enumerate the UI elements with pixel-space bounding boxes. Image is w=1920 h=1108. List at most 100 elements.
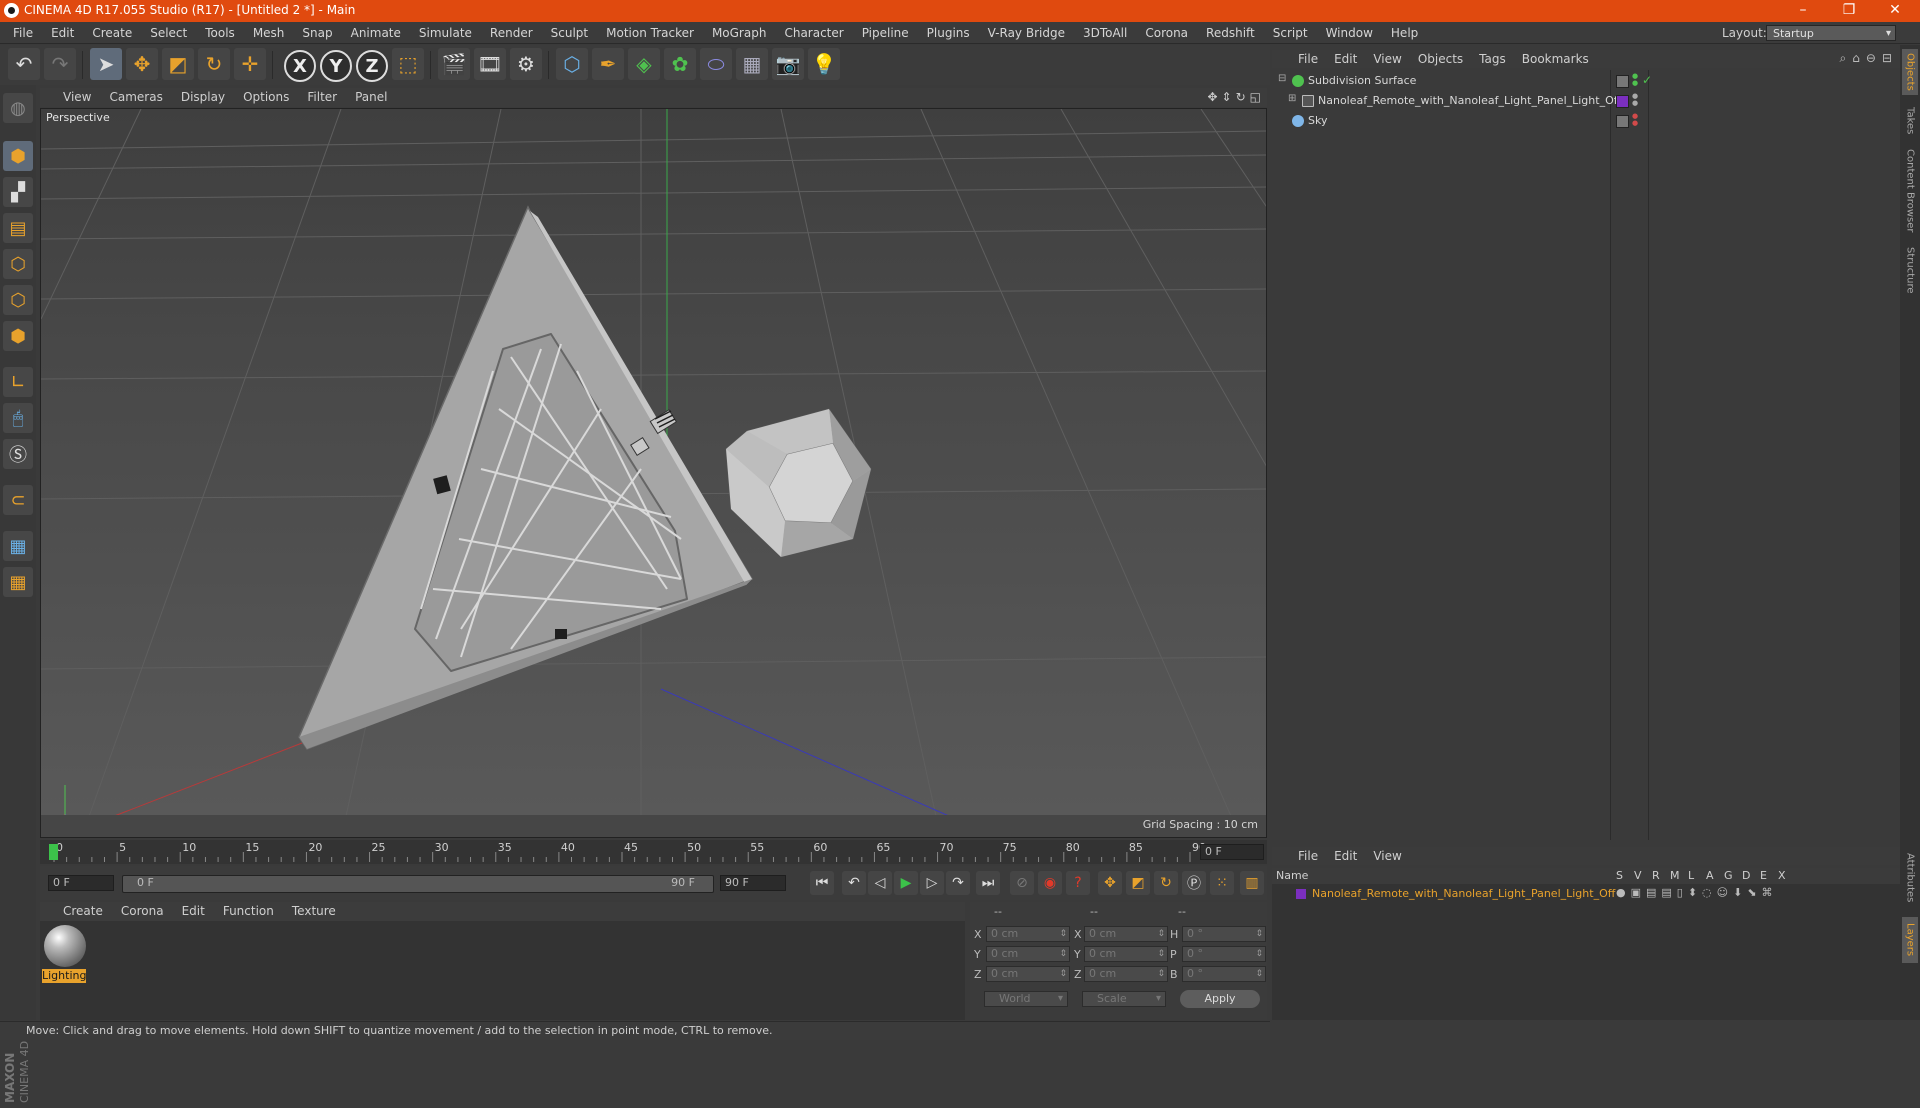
next-frame-icon[interactable]: ▷: [920, 871, 944, 895]
key-rotation-icon[interactable]: ↻: [1154, 871, 1178, 895]
minimize-button[interactable]: –: [1780, 0, 1826, 22]
home-icon[interactable]: ⌂: [1852, 51, 1860, 66]
key-scale-icon[interactable]: ◩: [1126, 871, 1150, 895]
object-menu-bookmarks[interactable]: Bookmarks: [1514, 50, 1597, 68]
viewport-maximize-icon[interactable]: ◱: [1250, 90, 1261, 104]
object-menu-tags[interactable]: Tags: [1471, 50, 1514, 68]
perspective-viewport[interactable]: Perspective Grid Spacing: 10 cm: [40, 108, 1267, 838]
visibility-dots[interactable]: ● ●: [1632, 73, 1638, 87]
go-to-start-icon[interactable]: ⏮: [810, 871, 834, 895]
points-mode-icon[interactable]: ⬡: [3, 249, 33, 279]
object-row-sky[interactable]: Sky ● ●: [1272, 112, 1900, 130]
object-row-subdivision-surface[interactable]: ⊟ Subdivision Surface ● ● ✓: [1272, 72, 1900, 90]
menu-animate[interactable]: Animate: [342, 22, 410, 44]
axis-mode-icon[interactable]: ∟: [3, 367, 33, 397]
layer-row[interactable]: Nanoleaf_Remote_with_Nanoleaf_Light_Pane…: [1272, 886, 1900, 902]
solo-mode-icon[interactable]: Ⓢ: [3, 439, 33, 469]
enabled-check-icon[interactable]: ✓: [1642, 73, 1652, 87]
edges-mode-icon[interactable]: ⬡: [3, 285, 33, 315]
play-icon[interactable]: ▶: [894, 871, 918, 895]
viewport-menu-panel[interactable]: Panel: [346, 88, 396, 107]
menu-plugins[interactable]: Plugins: [918, 22, 979, 44]
frame-range-slider[interactable]: 0 F 90 F: [122, 875, 714, 893]
material-menu-corona[interactable]: Corona: [112, 902, 173, 921]
menu-motion-tracker[interactable]: Motion Tracker: [597, 22, 703, 44]
menu-vray-bridge[interactable]: V-Ray Bridge: [979, 22, 1074, 44]
size-x-field[interactable]: 0 cm: [1084, 926, 1168, 942]
rotation-h-field[interactable]: 0 °: [1182, 926, 1266, 942]
apply-button[interactable]: Apply: [1180, 990, 1260, 1008]
make-editable-icon[interactable]: ◍: [3, 93, 33, 123]
cloner-icon[interactable]: ✿: [664, 48, 696, 80]
coordinate-mode-select[interactable]: Scale: [1082, 991, 1166, 1007]
tab-takes[interactable]: Takes: [1902, 101, 1918, 141]
rotate-tool-icon[interactable]: ↻: [198, 48, 230, 80]
previous-key-icon[interactable]: ↶: [842, 871, 866, 895]
current-frame-field[interactable]: 0 F: [1200, 844, 1264, 860]
close-button[interactable]: ✕: [1872, 0, 1918, 22]
menu-mesh[interactable]: Mesh: [244, 22, 294, 44]
timeline-window-icon[interactable]: ▥: [1240, 871, 1264, 895]
texture-mode-icon[interactable]: ▞: [3, 177, 33, 207]
move-tool-icon[interactable]: ✥: [126, 48, 158, 80]
render-picture-viewer-icon[interactable]: 🎞: [474, 48, 506, 80]
model-mode-icon[interactable]: ⬢: [3, 141, 33, 171]
polygons-mode-icon[interactable]: ⬢: [3, 321, 33, 351]
z-axis-lock[interactable]: Z: [356, 50, 388, 82]
coordinate-space-select[interactable]: World: [984, 991, 1068, 1007]
position-y-field[interactable]: 0 cm: [986, 946, 1070, 962]
live-selection-icon[interactable]: ➤: [90, 48, 122, 80]
menu-select[interactable]: Select: [141, 22, 196, 44]
expand-toggle-icon[interactable]: ⊞: [1288, 93, 1296, 104]
material-menu-edit[interactable]: Edit: [173, 902, 214, 921]
menu-tools[interactable]: Tools: [196, 22, 244, 44]
go-to-end-icon[interactable]: ⏭: [976, 871, 1000, 895]
menu-script[interactable]: Script: [1264, 22, 1317, 44]
material-name-label[interactable]: Lighting: [42, 969, 86, 983]
end-frame-field[interactable]: 90 F: [720, 875, 786, 891]
size-z-field[interactable]: 0 cm: [1084, 966, 1168, 982]
menu-window[interactable]: Window: [1317, 22, 1382, 44]
menu-file[interactable]: File: [4, 22, 42, 44]
render-settings-icon[interactable]: ⚙: [510, 48, 542, 80]
search-icon[interactable]: ⌕: [1840, 51, 1847, 66]
autokey-icon[interactable]: ◉: [1038, 871, 1062, 895]
object-row-nanoleaf-remote[interactable]: ⊞ Nanoleaf_Remote_with_Nanoleaf_Light_Pa…: [1272, 92, 1900, 110]
playhead-marker[interactable]: [49, 844, 58, 860]
key-point-level-icon[interactable]: ⁙: [1210, 871, 1234, 895]
redo-icon[interactable]: ↷: [44, 48, 76, 80]
menu-create[interactable]: Create: [83, 22, 141, 44]
layer-menu-file[interactable]: File: [1290, 847, 1326, 865]
menu-redshift[interactable]: Redshift: [1197, 22, 1264, 44]
subdivision-surface-icon[interactable]: ◈: [628, 48, 660, 80]
menu-mograph[interactable]: MoGraph: [703, 22, 776, 44]
maximize-button[interactable]: ❐: [1826, 0, 1872, 22]
undo-icon[interactable]: ↶: [8, 48, 40, 80]
rotation-p-field[interactable]: 0 °: [1182, 946, 1266, 962]
viewport-menu-filter[interactable]: Filter: [298, 88, 346, 107]
viewport-dolly-icon[interactable]: ⇕: [1222, 90, 1232, 104]
layer-menu-edit[interactable]: Edit: [1326, 847, 1365, 865]
y-axis-lock[interactable]: Y: [320, 50, 352, 82]
recent-tool-icon[interactable]: ✛: [234, 48, 266, 80]
layer-color-swatch[interactable]: [1296, 889, 1306, 899]
layer-toggle-icons[interactable]: ●▣▤▤▯⬍◌☺⬇⬊⌘: [1616, 886, 1778, 899]
workplane-mode-icon[interactable]: ▤: [3, 213, 33, 243]
floor-icon[interactable]: ▦: [736, 48, 768, 80]
collapse-toggle-icon[interactable]: ⊟: [1278, 73, 1286, 84]
coordinate-system-icon[interactable]: ⬚: [392, 48, 424, 80]
render-view-icon[interactable]: 🎬: [438, 48, 470, 80]
visibility-dots[interactable]: ● ●: [1632, 93, 1638, 107]
tab-objects[interactable]: Objects: [1902, 49, 1918, 95]
material-menu-function[interactable]: Function: [214, 902, 283, 921]
keyframe-selection-icon[interactable]: ?: [1066, 871, 1090, 895]
light-icon[interactable]: 💡: [808, 48, 840, 80]
scale-tool-icon[interactable]: ◩: [162, 48, 194, 80]
menu-snap[interactable]: Snap: [293, 22, 341, 44]
viewport-menu-view[interactable]: View: [54, 88, 100, 107]
layout-select[interactable]: Startup: [1766, 25, 1896, 41]
menu-3dtoall[interactable]: 3DToAll: [1074, 22, 1136, 44]
menu-edit[interactable]: Edit: [42, 22, 83, 44]
record-active-icon[interactable]: ⊘: [1010, 871, 1034, 895]
key-parameter-icon[interactable]: Ⓟ: [1182, 871, 1206, 895]
